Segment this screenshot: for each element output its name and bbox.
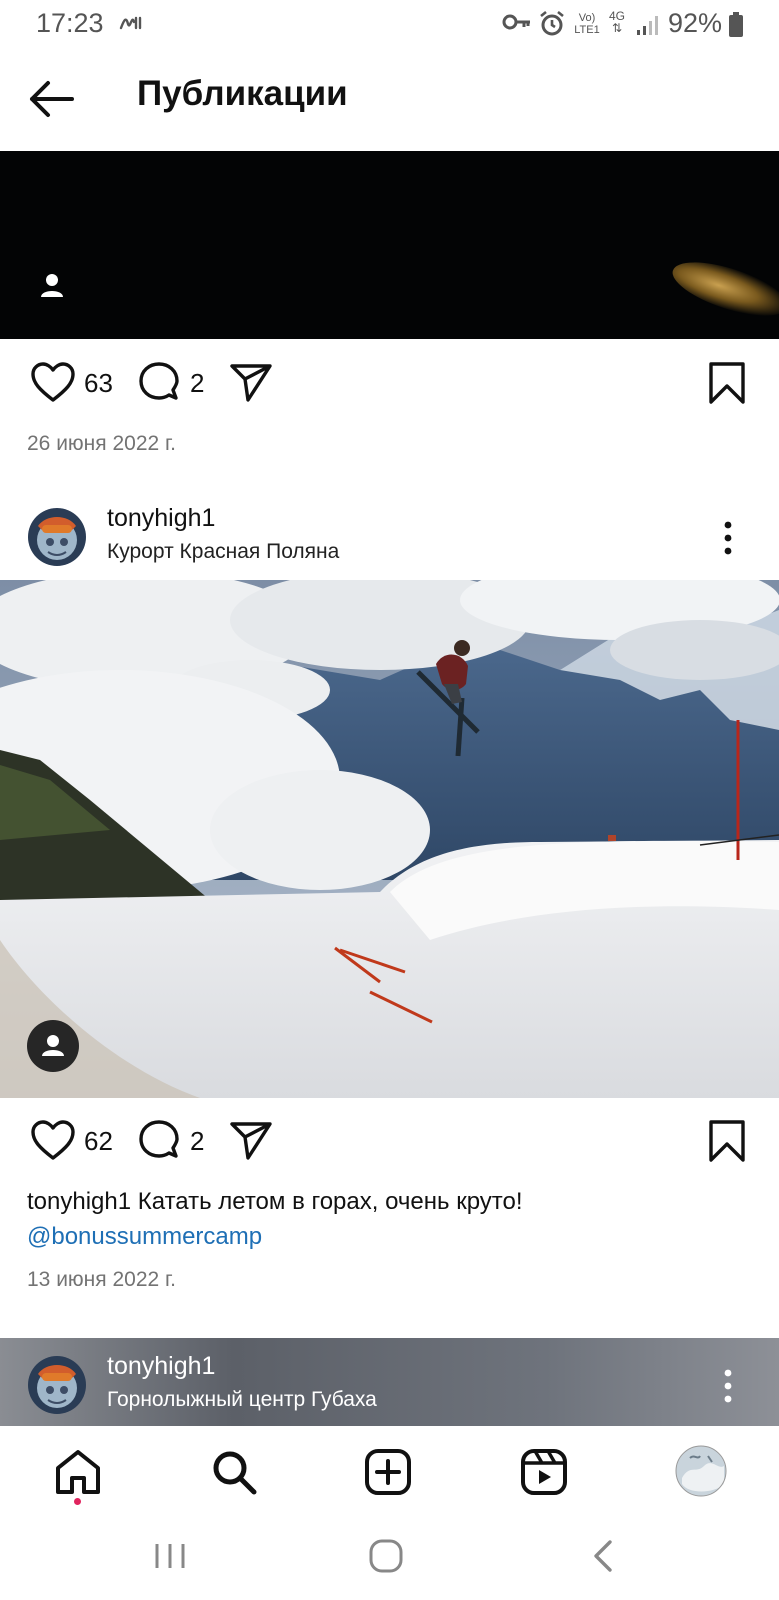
like-button[interactable] (30, 1118, 76, 1164)
status-bar: 17:23 Vo) LTE1 4G ⇅ 92% (0, 0, 779, 48)
create-icon (365, 1449, 411, 1495)
volte-icon: Vo) LTE1 (574, 12, 600, 36)
tagged-users-icon[interactable] (36, 269, 68, 301)
4g-icon: 4G ⇅ (608, 9, 625, 35)
battery-icon (728, 12, 744, 46)
system-navigation-bar (0, 1516, 779, 1600)
comment-icon (139, 362, 179, 400)
heart-icon (31, 1120, 75, 1160)
post-actions: 62 2 (0, 1110, 779, 1170)
comments-count: 2 (190, 368, 205, 398)
post-actions: 63 2 (0, 352, 779, 412)
post-date: 26 июня 2022 г. (27, 432, 176, 455)
arrow-left-icon (30, 81, 74, 117)
like-button[interactable] (30, 360, 76, 406)
bookmark-icon (709, 362, 745, 404)
share-button[interactable] (228, 1118, 274, 1164)
alarm-icon (538, 10, 566, 46)
post-username[interactable]: tonyhigh1 (107, 504, 215, 533)
caption-username[interactable]: tonyhigh1 (27, 1188, 131, 1215)
more-options-button[interactable] (720, 1366, 736, 1406)
back-button[interactable] (26, 76, 78, 122)
bottom-navigation (0, 1426, 779, 1516)
more-vertical-icon (724, 1369, 732, 1403)
likes-count: 62 (84, 1126, 113, 1156)
recents-button[interactable] (150, 1536, 190, 1576)
recents-icon (155, 1544, 185, 1568)
post-media[interactable] (0, 151, 779, 339)
nav-home-button[interactable] (52, 1446, 104, 1498)
save-button[interactable] (704, 360, 750, 406)
signal-icon (636, 14, 660, 44)
avatar[interactable] (28, 1356, 86, 1414)
nav-profile-button[interactable] (674, 1444, 728, 1498)
save-button[interactable] (704, 1118, 750, 1164)
nav-create-button[interactable] (362, 1446, 414, 1498)
send-icon (230, 1122, 272, 1160)
post-date: 13 июня 2022 г. (27, 1268, 176, 1291)
send-icon (230, 364, 272, 402)
bookmark-icon (709, 1120, 745, 1162)
avatar[interactable] (28, 508, 86, 566)
notification-dot (74, 1498, 81, 1505)
comment-icon (139, 1120, 179, 1158)
back-chevron-icon (594, 1540, 612, 1572)
search-icon (213, 1451, 257, 1495)
key-icon (502, 10, 532, 42)
post-header: tonyhigh1 Курорт Красная Поляна (0, 500, 779, 580)
post-location[interactable]: Горнолыжный центр Губаха (107, 1388, 377, 1412)
comment-button[interactable] (136, 360, 182, 406)
post-header: tonyhigh1 Горнолыжный центр Губаха (0, 1348, 779, 1426)
page-title: Публикации (137, 74, 348, 113)
post-header-overlay: tonyhigh1 Горнолыжный центр Губаха (0, 1338, 779, 1426)
top-app-bar: Публикации (0, 48, 779, 150)
nav-reels-button[interactable] (518, 1446, 570, 1498)
status-time: 17:23 (36, 8, 104, 38)
battery-percent: 92% (668, 8, 723, 38)
likes-count: 63 (84, 368, 113, 398)
comments-count: 2 (190, 1126, 205, 1156)
post-caption: tonyhigh1 Катать летом в горах, очень кр… (27, 1184, 747, 1254)
more-vertical-icon (724, 521, 732, 555)
system-home-button[interactable] (366, 1536, 406, 1576)
ski-jump-photo (0, 580, 779, 1098)
home-circle-icon (369, 1539, 403, 1573)
caption-mention-link[interactable]: @bonussummercamp (27, 1219, 747, 1254)
comment-button[interactable] (136, 1118, 182, 1164)
network-type-label: 4G (608, 9, 625, 23)
post-photo[interactable] (0, 580, 779, 1098)
heart-icon (31, 362, 75, 402)
person-icon (42, 1035, 64, 1056)
post-location[interactable]: Курорт Красная Поляна (107, 540, 339, 564)
caption-text: Катать летом в горах, очень круто! (137, 1188, 523, 1215)
reels-icon (521, 1449, 567, 1495)
more-options-button[interactable] (720, 518, 736, 558)
post-username[interactable]: tonyhigh1 (107, 1352, 215, 1381)
media-highlight (666, 251, 779, 327)
home-icon (56, 1450, 100, 1494)
profile-avatar (675, 1445, 727, 1497)
tagged-users-button[interactable] (27, 1020, 79, 1072)
share-button[interactable] (228, 360, 274, 406)
nav-search-button[interactable] (208, 1446, 260, 1498)
system-back-button[interactable] (584, 1536, 624, 1576)
sync-icon (118, 10, 146, 42)
